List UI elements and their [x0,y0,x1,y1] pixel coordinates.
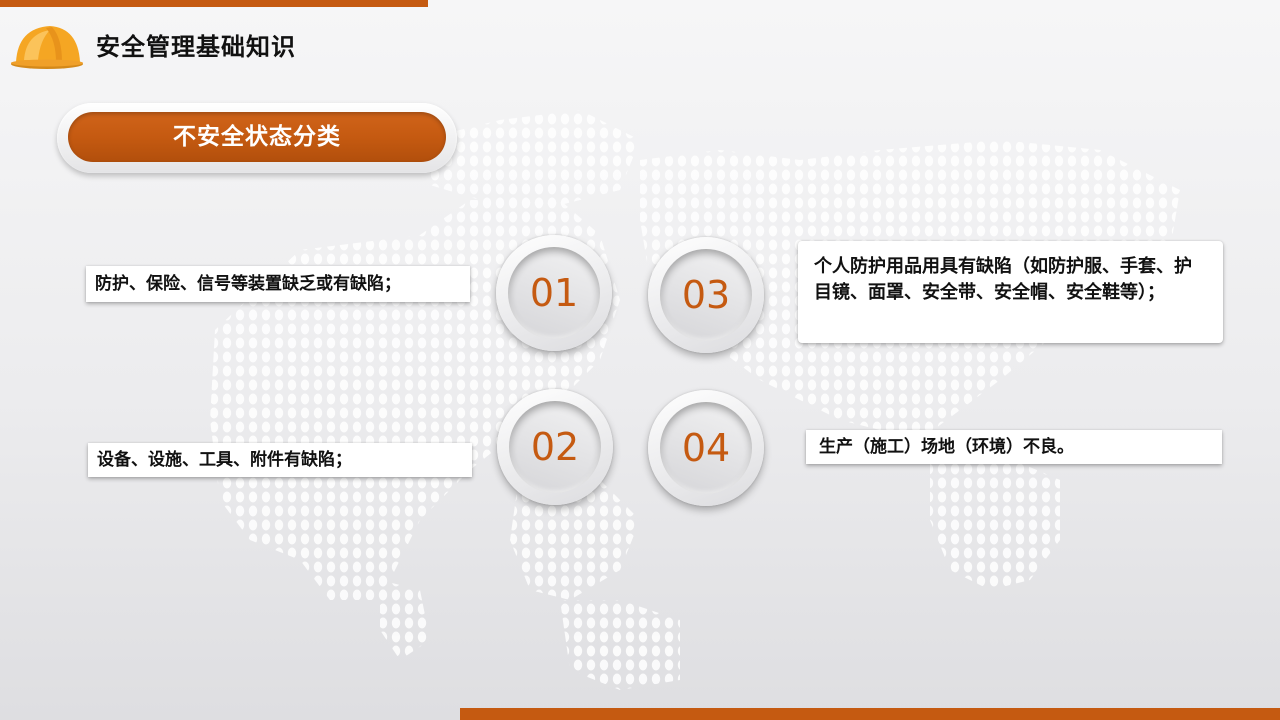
number-label-03: 03 [660,249,752,341]
number-label-02: 02 [509,401,601,493]
number-label-01: 01 [508,247,600,339]
category-text-01: 防护、保险、信号等装置缺乏或有缺陷； [86,266,470,302]
section-title: 不安全状态分类 [68,112,446,162]
number-badge-02: 02 [497,389,613,505]
number-label-04: 04 [660,402,752,494]
number-badge-04: 04 [648,390,764,506]
number-badge-01: 01 [496,235,612,351]
category-text-03: 个人防护用品用具有缺陷（如防护服、手套、护目镜、面罩、安全带、安全帽、安全鞋等）… [798,241,1223,343]
category-text-04: 生产（施工）场地（环境）不良。 [806,430,1222,464]
page-title: 安全管理基础知识 [96,33,296,61]
hard-hat-icon [11,26,83,69]
number-badge-03: 03 [648,237,764,353]
category-text-02: 设备、设施、工具、附件有缺陷； [88,443,472,477]
